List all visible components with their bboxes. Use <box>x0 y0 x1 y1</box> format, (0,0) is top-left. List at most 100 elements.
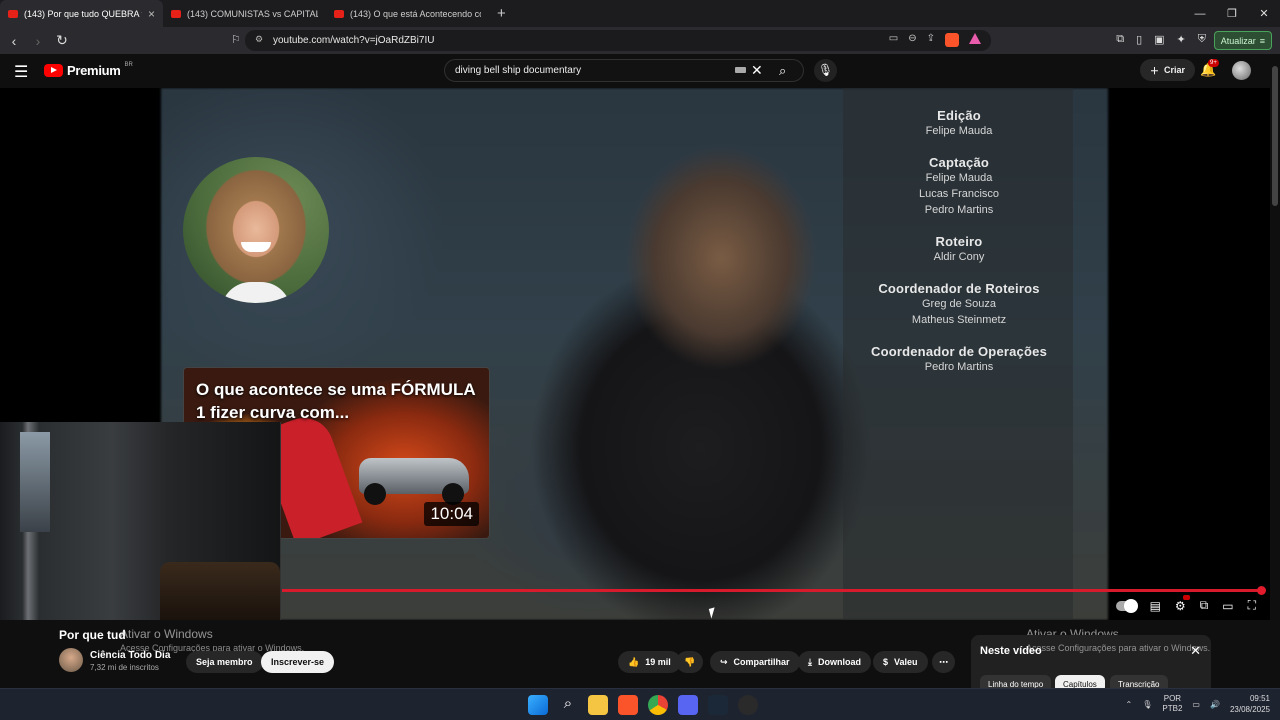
brave-rewards-icon[interactable] <box>969 33 981 44</box>
minimize-icon[interactable]: — <box>1184 8 1216 20</box>
hamburger-menu-icon[interactable]: ☰ <box>14 62 28 82</box>
youtube-logo[interactable]: Premium BR <box>44 61 133 78</box>
search-input[interactable]: diving bell ship documentary ✕ ⌕ <box>444 59 804 82</box>
youtube-play-icon <box>44 64 63 77</box>
steam-icon[interactable] <box>708 695 728 715</box>
language-indicator[interactable]: POR PTB2 <box>1162 694 1182 714</box>
join-button[interactable]: Seja membro <box>186 651 263 673</box>
channel-name[interactable]: Ciência Todo Dia <box>90 650 170 661</box>
page-scrollbar[interactable] <box>1270 54 1280 688</box>
like-button[interactable]: 👍 19 mil <box>618 651 681 673</box>
leo-ai-icon[interactable]: ✦ <box>1177 33 1186 46</box>
back-icon[interactable]: ‹ <box>4 33 24 49</box>
credit-role: Coordenador de Roteiros <box>878 281 1040 296</box>
like-count: 19 mil <box>645 657 671 667</box>
watch-metadata: Por que tud Ativar o Windows Acesse Conf… <box>0 620 1270 693</box>
volume-icon[interactable]: 🔊 <box>1210 700 1220 709</box>
site-info-icon[interactable]: ⚙ <box>255 34 263 45</box>
search-taskbar-icon[interactable]: ⌕ <box>558 695 578 715</box>
credit-role: Coordenador de Operações <box>870 344 1047 359</box>
theater-mode-icon[interactable]: ▭ <box>1222 599 1233 613</box>
notification-badge: 9+ <box>1208 59 1219 67</box>
endcard-title: O que acontece se uma FÓRMULA 1 fizer cu… <box>196 380 475 422</box>
tab-0[interactable]: (143) Por que tudo QUEBRA tão × <box>0 0 163 27</box>
credit-name: Lucas Francisco <box>918 188 1000 200</box>
sidebar-icon[interactable]: ▯ <box>1136 33 1142 46</box>
progress-scrubber[interactable] <box>1257 586 1266 595</box>
reload-icon[interactable]: ↻ <box>52 32 72 49</box>
thumbs-down-icon: 👎 <box>684 656 696 667</box>
progress-bar[interactable] <box>282 589 1262 592</box>
logo-country: BR <box>124 61 133 68</box>
credit-block: Coordenador de Roteiros Greg de Souza Ma… <box>843 281 1075 328</box>
brave-icon[interactable] <box>618 695 638 715</box>
youtube-favicon-icon <box>171 9 181 18</box>
thanks-button[interactable]: $ Valeu <box>873 651 928 673</box>
network-icon[interactable]: ▭ <box>1192 700 1200 709</box>
chevron-up-icon[interactable]: ⌃ <box>1126 700 1133 709</box>
tab-title: (143) COMUNISTAS vs CAPITALISTAS <box>187 8 318 19</box>
share-button[interactable]: ↪ Compartilhar <box>710 651 800 673</box>
start-icon[interactable] <box>528 695 548 715</box>
settings-icon[interactable]: ⚙ <box>1175 594 1190 613</box>
screenshot-icon[interactable]: ⧉ <box>1116 33 1124 46</box>
close-window-icon[interactable]: ✕ <box>1248 7 1280 20</box>
tab-1[interactable]: (143) COMUNISTAS vs CAPITALISTAS <box>163 0 326 27</box>
url-bar[interactable]: ⚐ ⚙ youtube.com/watch?v=jOaRdZBi7IU ▭ ⊖ … <box>231 30 991 51</box>
channel-endcard-avatar[interactable] <box>183 157 329 303</box>
subscriber-count: 7,32 mi de inscritos <box>90 663 159 672</box>
share-label: Compartilhar <box>733 657 790 667</box>
bookmark-icon[interactable]: ⚐ <box>231 33 241 46</box>
keyboard-icon[interactable] <box>735 67 746 73</box>
cast-icon[interactable]: ▭ <box>889 33 898 47</box>
tab-title: (143) O que está Acontecendo com o <box>350 8 481 19</box>
webcam-overlay <box>0 422 281 620</box>
dislike-button[interactable]: 👎 <box>676 651 704 673</box>
share-icon[interactable]: ⇪ <box>927 33 935 47</box>
account-avatar[interactable] <box>1232 61 1251 80</box>
video-title: Por que tud <box>59 628 126 642</box>
close-tab-icon[interactable]: × <box>148 7 155 21</box>
more-actions-button[interactable]: ⋯ <box>932 651 955 673</box>
search-icon[interactable]: ⌕ <box>779 63 786 79</box>
scrollbar-thumb[interactable] <box>1272 66 1278 206</box>
time: 09:51 <box>1249 694 1270 703</box>
youtube-header: ☰ Premium BR diving bell ship documentar… <box>0 54 1280 88</box>
app-icon[interactable] <box>738 695 758 715</box>
download-button[interactable]: ⤓ Download <box>798 651 871 673</box>
autoplay-toggle[interactable] <box>1115 598 1138 613</box>
activate-windows-title: Ativar o Windows <box>120 627 213 641</box>
credit-role: Roteiro <box>935 234 983 249</box>
subtitles-icon[interactable]: ▤ <box>1150 599 1161 613</box>
update-label: Atualizar <box>1220 35 1256 46</box>
avatar-shirt <box>221 282 291 303</box>
player-controls: ▤ ⚙ ⧉ ▭ ⛶ <box>1115 594 1256 613</box>
credit-block: Coordenador de Operações Pedro Martins <box>843 344 1075 375</box>
brave-shield-icon[interactable] <box>945 33 959 47</box>
menu-icon: ≡ <box>1259 35 1265 46</box>
clear-search-icon[interactable]: ✕ <box>751 62 763 79</box>
video-player[interactable]: Edição Felipe Mauda Captação Felipe Maud… <box>0 88 1270 620</box>
channel-avatar[interactable] <box>59 648 83 672</box>
chrome-icon[interactable] <box>648 695 668 715</box>
wallet-icon[interactable]: ▣ <box>1154 33 1164 46</box>
notifications-icon[interactable]: 🔔 9+ <box>1200 59 1219 78</box>
voice-search-icon[interactable]: 🎙 <box>814 59 837 82</box>
discord-icon[interactable] <box>678 695 698 715</box>
subscribe-button[interactable]: Inscrever-se <box>261 651 335 673</box>
new-tab-icon[interactable]: + <box>489 5 514 22</box>
restore-icon[interactable]: ❐ <box>1216 7 1248 20</box>
file-explorer-icon[interactable] <box>588 695 608 715</box>
microphone-icon[interactable]: 🎙 <box>1142 700 1152 709</box>
tab-2[interactable]: (143) O que está Acontecendo com o <box>326 0 489 27</box>
vpn-icon[interactable]: ⛨ <box>1198 33 1206 46</box>
update-button[interactable]: Atualizar ≡ <box>1213 31 1272 50</box>
clock[interactable]: 09:51 23/08/2025 <box>1230 693 1270 715</box>
miniplayer-icon[interactable]: ⧉ <box>1200 598 1209 613</box>
fullscreen-icon[interactable]: ⛶ <box>1248 598 1256 613</box>
zoom-icon[interactable]: ⊖ <box>908 33 916 47</box>
forward-icon[interactable]: › <box>28 33 48 49</box>
credit-block: Edição Felipe Mauda <box>843 108 1075 139</box>
create-button[interactable]: ＋ Criar <box>1140 59 1196 81</box>
browser-tab-bar: (143) Por que tudo QUEBRA tão × (143) CO… <box>0 0 1280 27</box>
